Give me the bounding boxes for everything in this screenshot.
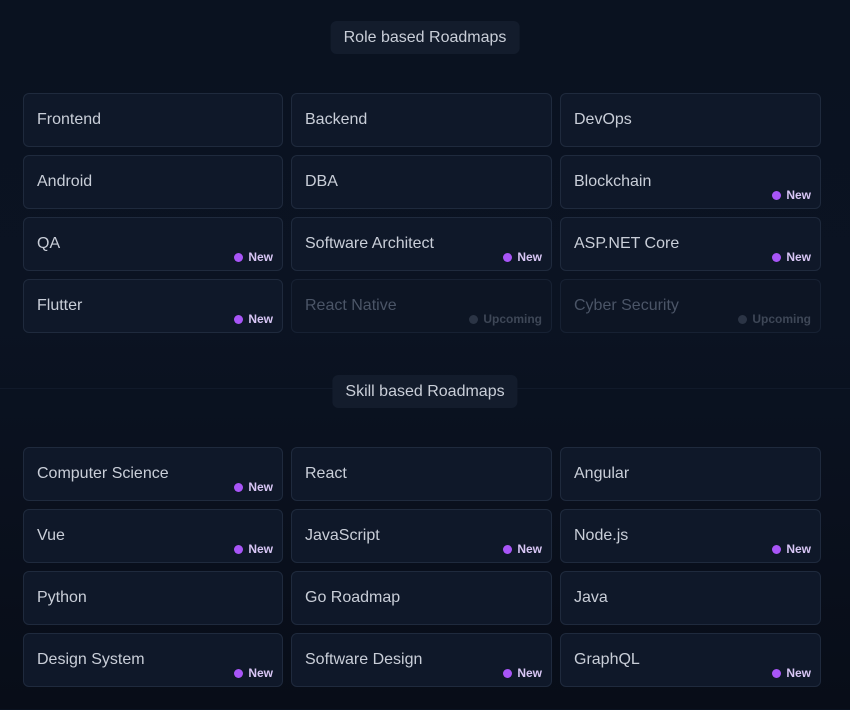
roadmap-card-label: Node.js [574, 527, 629, 544]
status-dot-icon [772, 668, 782, 678]
status-dot-icon [234, 482, 244, 492]
new-badge: New [503, 250, 542, 264]
roadmap-card-label: Backend [305, 111, 368, 128]
role-based-section: Role based Roadmaps Frontend Backend DevOp… [0, 0, 850, 388]
roadmap-card-software-architect[interactable]: Software Architect New [291, 217, 552, 271]
badge-label: New [517, 250, 542, 264]
roadmap-card-label: Java [574, 589, 608, 606]
new-badge: New [234, 312, 273, 326]
new-badge: New [772, 250, 811, 264]
new-badge: New [234, 542, 273, 556]
roadmap-card-label: Cyber Security [574, 297, 679, 314]
roadmap-card-label: DBA [305, 173, 338, 190]
status-dot-icon [469, 314, 479, 324]
status-dot-icon [503, 544, 513, 554]
new-badge: New [234, 480, 273, 494]
roadmap-card-go-roadmap[interactable]: Go Roadmap [291, 571, 552, 625]
skill-roadmap-grid: Computer Science New React Angular Vue New Jav… [23, 447, 821, 687]
roadmap-card-asp-net-core[interactable]: ASP.NET Core New [560, 217, 821, 271]
status-dot-icon [234, 314, 244, 324]
roadmap-card-python[interactable]: Python [23, 571, 283, 625]
status-dot-icon [503, 252, 513, 262]
roadmap-card-label: React Native [305, 297, 397, 314]
roadmap-card-label: Frontend [37, 111, 102, 128]
roadmap-card-computer-science[interactable]: Computer Science New [23, 447, 283, 501]
roadmap-card-label: QA [37, 235, 61, 252]
roadmap-card-react[interactable]: React [291, 447, 552, 501]
upcoming-badge: Upcoming [738, 312, 811, 326]
roadmap-card-label: Android [37, 173, 93, 190]
new-badge: New [772, 666, 811, 680]
badge-label: New [786, 188, 811, 202]
status-dot-icon [503, 668, 513, 678]
roadmap-card-label: Software Design [305, 651, 423, 668]
roadmap-card-vue[interactable]: Vue New [23, 509, 283, 563]
roadmap-card-android[interactable]: Android [23, 155, 283, 209]
status-dot-icon [234, 252, 244, 262]
status-dot-icon [234, 668, 244, 678]
roadmap-card-flutter[interactable]: Flutter New [23, 279, 283, 333]
roadmap-card-label: ASP.NET Core [574, 235, 680, 252]
roadmap-card-label: Computer Science [37, 465, 169, 482]
roadmap-card-label: DevOps [574, 111, 632, 128]
roadmap-card-frontend[interactable]: Frontend [23, 93, 283, 147]
new-badge: New [503, 666, 542, 680]
roadmap-card-label: Flutter [37, 297, 83, 314]
roadmap-card-label: JavaScript [305, 527, 380, 544]
badge-label: New [248, 480, 273, 494]
badge-label: New [248, 250, 273, 264]
roadmap-card-label: Software Architect [305, 235, 434, 252]
badge-label: New [786, 542, 811, 556]
roadmap-card-label: React [305, 465, 347, 482]
role-section-title: Role based Roadmaps [330, 21, 520, 54]
roadmap-card-label: Design System [37, 651, 145, 668]
badge-label: New [517, 542, 542, 556]
roadmap-card-graphql[interactable]: GraphQL New [560, 633, 821, 687]
roadmap-card-label: Blockchain [574, 173, 652, 190]
roadmap-card-java[interactable]: Java [560, 571, 821, 625]
badge-label: New [248, 312, 273, 326]
new-badge: New [234, 250, 273, 264]
new-badge: New [234, 666, 273, 680]
upcoming-badge: Upcoming [469, 312, 542, 326]
new-badge: New [772, 188, 811, 202]
badge-label: New [517, 666, 542, 680]
roadmap-card-node-js[interactable]: Node.js New [560, 509, 821, 563]
roadmap-card-react-native: React Native Upcoming [291, 279, 552, 333]
status-dot-icon [772, 544, 782, 554]
badge-label: Upcoming [483, 312, 542, 326]
skill-based-section: Skill based Roadmaps Computer Science New… [0, 375, 850, 710]
role-roadmap-grid: Frontend Backend DevOps Android DBA Blockchai… [23, 93, 821, 333]
roadmap-card-label: Vue [37, 527, 65, 544]
skill-section-title: Skill based Roadmaps [332, 375, 518, 408]
roadmap-card-backend[interactable]: Backend [291, 93, 552, 147]
roadmap-card-label: Angular [574, 465, 630, 482]
roadmap-card-label: GraphQL [574, 651, 640, 668]
status-dot-icon [772, 252, 782, 262]
status-dot-icon [234, 544, 244, 554]
badge-label: New [248, 666, 273, 680]
roadmap-card-software-design[interactable]: Software Design New [291, 633, 552, 687]
new-badge: New [503, 542, 542, 556]
roadmap-card-label: Python [37, 589, 87, 606]
badge-label: New [248, 542, 273, 556]
new-badge: New [772, 542, 811, 556]
roadmap-card-dba[interactable]: DBA [291, 155, 552, 209]
roadmap-card-label: Go Roadmap [305, 589, 401, 606]
roadmap-card-blockchain[interactable]: Blockchain New [560, 155, 821, 209]
roadmap-card-qa[interactable]: QA New [23, 217, 283, 271]
roadmap-card-devops[interactable]: DevOps [560, 93, 821, 147]
roadmap-card-javascript[interactable]: JavaScript New [291, 509, 552, 563]
badge-label: New [786, 250, 811, 264]
badge-label: New [786, 666, 811, 680]
status-dot-icon [738, 314, 748, 324]
badge-label: Upcoming [752, 312, 811, 326]
roadmap-card-design-system[interactable]: Design System New [23, 633, 283, 687]
roadmap-card-cyber-security: Cyber Security Upcoming [560, 279, 821, 333]
roadmap-card-angular[interactable]: Angular [560, 447, 821, 501]
status-dot-icon [772, 190, 782, 200]
